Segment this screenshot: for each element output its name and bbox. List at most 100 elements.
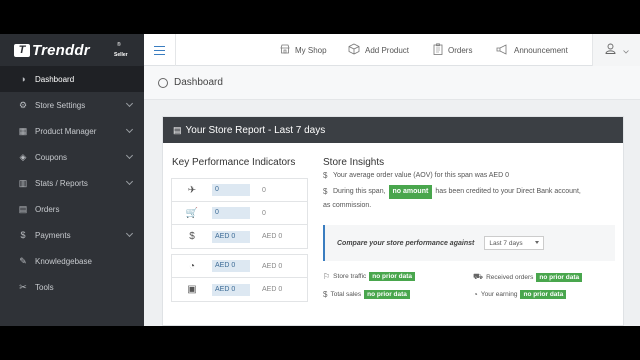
stat-label: Store traffic xyxy=(333,273,367,280)
sidebar-item-label: Stats / Reports xyxy=(35,178,88,188)
sidebar-item-label: Product Manager xyxy=(35,126,97,136)
dollar-doc-icon: $ xyxy=(323,171,328,180)
aov-line: $ Your average order value (AOV) for thi… xyxy=(323,171,613,181)
store-report-card: ▤ Your Store Report - Last 7 days Key Pe… xyxy=(162,116,624,326)
cart-icon: 🛒 xyxy=(185,207,199,219)
stat-received-orders: ⛟ Received orders no prior data xyxy=(473,272,585,282)
chevron-down-icon xyxy=(125,125,134,134)
chevron-down-icon xyxy=(622,41,629,59)
credit-pre: During this span, xyxy=(333,188,386,195)
hamburger-line xyxy=(154,45,165,47)
topnav-label: Add Product xyxy=(365,45,410,55)
rocket-icon: ✈ xyxy=(187,184,197,196)
credit-amount-badge: no amount xyxy=(388,185,433,199)
money-bag-icon: $ xyxy=(189,231,195,242)
sidebar-item-label: Knowledgebase xyxy=(35,256,92,266)
topnav-add-product[interactable]: Add Product xyxy=(348,34,409,66)
card-header: ▤ Your Store Report - Last 7 days xyxy=(163,117,623,143)
breadcrumb: Dashboard xyxy=(144,66,640,100)
gear-icon: ⚙ xyxy=(18,99,28,110)
traffic-icon: ⚐ xyxy=(323,272,331,281)
stat-total-sales: $ Total sales no prior data xyxy=(323,290,413,299)
sidebar: T Trenddr ® Seller ◑ Dashboard ⚙ Store Sett… xyxy=(0,34,144,326)
stat-badge: no prior data xyxy=(520,290,567,299)
kpi-row: $ AED 0 AED 0 xyxy=(172,225,307,248)
chevron-down-icon xyxy=(125,99,134,108)
kpi-previous-value: 0 xyxy=(262,209,266,217)
topnav-announcement[interactable]: Announcement xyxy=(496,34,568,66)
stat-badge: no prior data xyxy=(369,272,416,281)
kpi-current-value: AED 0 xyxy=(212,260,250,272)
topnav-label: Orders xyxy=(448,45,473,55)
sidebar-item-label: Store Settings xyxy=(35,100,86,110)
sidebar-item-knowledgebase[interactable]: ✎ Knowledgebase xyxy=(0,248,144,274)
kpi-title: Key Performance Indicators xyxy=(172,157,296,168)
card-title: Your Store Report - Last 7 days xyxy=(185,124,326,136)
compare-panel: Compare your store performance against L… xyxy=(323,225,615,261)
truck-icon: ⛟ xyxy=(473,272,484,281)
topnav-orders[interactable]: Orders xyxy=(433,34,472,66)
kpi-row: ▣ AED 0 AED 0 xyxy=(172,278,307,301)
brand-logo[interactable]: T Trenddr ® Seller xyxy=(0,34,144,66)
cube-icon xyxy=(348,43,360,57)
user-icon xyxy=(605,41,616,59)
stat-your-earning: ◔ Your earning no prior data xyxy=(473,290,569,299)
sidebar-item-coupons[interactable]: ◈ Coupons xyxy=(0,144,144,170)
chevron-down-icon xyxy=(125,229,134,238)
kpi-previous-value: AED 0 xyxy=(262,233,283,240)
sidebar-item-product-manager[interactable]: ▦ Product Manager xyxy=(0,118,144,144)
wrench-icon: ✂ xyxy=(19,281,27,292)
kpi-group-activity: ✈ 0 0 🛒 0 0 $ AED 0 AED 0 xyxy=(171,178,308,249)
sidebar-item-tools[interactable]: ✂ Tools xyxy=(0,274,144,300)
sidebar-item-payments[interactable]: $ Payments xyxy=(0,222,144,248)
orders-icon: ▤ xyxy=(18,203,28,214)
kpi-previous-value: 0 xyxy=(262,186,266,194)
megaphone-icon xyxy=(496,43,509,57)
topnav-label: Announcement xyxy=(514,45,568,55)
compare-period-select[interactable]: Last 7 days xyxy=(484,236,545,250)
sidebar-item-dashboard[interactable]: ◑ Dashboard xyxy=(0,66,144,92)
stat-badge: no prior data xyxy=(536,272,583,282)
knowledgebase-icon: ✎ xyxy=(19,255,27,266)
dashboard-icon: ◑ xyxy=(20,74,26,84)
clipboard-icon xyxy=(433,43,443,57)
stat-label: Total sales xyxy=(330,291,362,298)
hamburger-line xyxy=(154,53,165,55)
sidebar-item-label: Dashboard xyxy=(35,74,75,84)
store-icon xyxy=(280,44,290,56)
chevron-down-icon xyxy=(535,241,540,244)
kpi-previous-value: AED 0 xyxy=(262,262,283,270)
dashboard-gauge-icon xyxy=(158,77,168,88)
kpi-group-revenue: ◔ AED 0 AED 0 ▣ AED 0 AED 0 xyxy=(171,254,308,302)
sidebar-item-stats-reports[interactable]: ▥ Stats / Reports xyxy=(0,170,144,196)
sales-icon: $ xyxy=(323,290,328,299)
credit-post: has been credited to your Direct Bank ac… xyxy=(435,188,581,195)
kpi-row: 🛒 0 0 xyxy=(172,202,307,225)
sidebar-item-orders[interactable]: ▤ Orders xyxy=(0,196,144,222)
credit-post2: as commission. xyxy=(323,202,372,209)
page-title: Dashboard xyxy=(174,77,223,88)
brand-mark: T xyxy=(14,43,30,57)
chart-icon: ▥ xyxy=(18,177,28,188)
kpi-table: ✈ 0 0 🛒 0 0 $ AED 0 AED 0 ◔ AED 0 AED 0 ▣ AED 0 AED 0 xyxy=(171,178,308,307)
credit-line: $ During this span, no amount has been c… xyxy=(323,185,613,199)
brand-name: Trenddr xyxy=(32,41,90,59)
kpi-previous-value: AED 0 xyxy=(262,286,283,293)
app-window: T Trenddr ® Seller ◑ Dashboard ⚙ Store Sett… xyxy=(0,34,640,326)
menu-toggle-button[interactable] xyxy=(144,34,176,66)
aov-text: Your average order value (AOV) for this … xyxy=(333,172,509,179)
payments-icon: $ xyxy=(20,230,26,240)
kpi-current-value: AED 0 xyxy=(212,283,250,296)
sidebar-item-label: Tools xyxy=(35,282,54,292)
topnav-my-shop[interactable]: My Shop xyxy=(280,34,327,66)
tag-icon: ◈ xyxy=(19,151,27,162)
topbar: My Shop Add Product Orders Announcement xyxy=(144,34,640,66)
sidebar-item-store-settings[interactable]: ⚙ Store Settings xyxy=(0,92,144,118)
stat-label: Received orders xyxy=(486,273,534,281)
sidebar-nav: ◑ Dashboard ⚙ Store Settings ▦ Product Manage… xyxy=(0,66,144,300)
kpi-current-value: 0 xyxy=(212,184,250,196)
insights-title: Store Insights xyxy=(323,157,385,168)
user-menu-button[interactable] xyxy=(592,34,640,66)
credit-line-continued: as commission. xyxy=(323,201,613,211)
sidebar-item-label: Orders xyxy=(35,204,60,214)
